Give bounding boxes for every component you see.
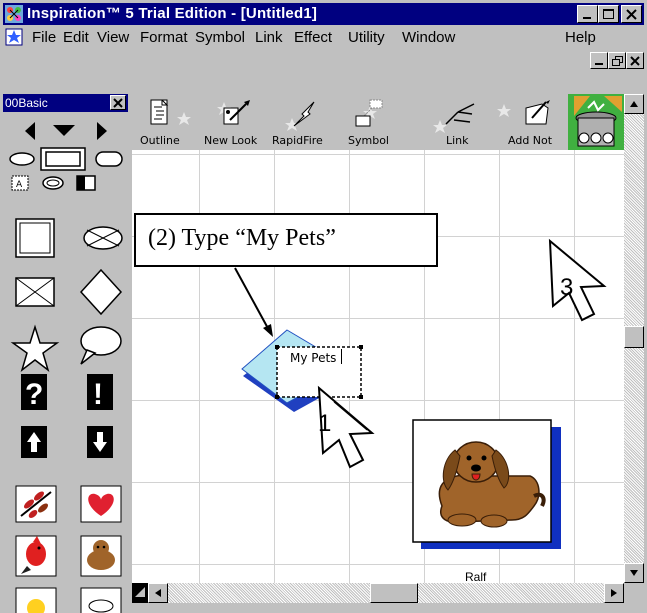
star-shape-icon[interactable] (10, 324, 60, 373)
palette-left-arrow-icon[interactable] (25, 122, 35, 140)
scroll-up-button[interactable] (624, 94, 644, 114)
svg-text:?: ? (25, 378, 43, 411)
trash-can-icon (574, 96, 622, 147)
dog-symbol-label[interactable]: Ralf (465, 570, 486, 584)
outline-label: Outline (140, 134, 180, 147)
text-cursor (341, 349, 342, 364)
doc-minimize-button[interactable] (590, 52, 608, 69)
dog-picture-symbol[interactable] (412, 419, 561, 549)
application-window: Inspiration™ 5 Trial Edition - [Untitled… (0, 0, 647, 613)
link-button[interactable]: Link (438, 98, 478, 150)
trash-button[interactable] (568, 94, 624, 150)
callout-arrow (234, 267, 273, 337)
rectangle-shape-icon[interactable] (40, 147, 86, 171)
cursor-3-pointer-icon (548, 238, 607, 322)
palette-title-bar[interactable]: 00Basic (3, 94, 128, 112)
minimize-button[interactable] (577, 5, 598, 23)
rapidfire-button[interactable]: RapidFire (272, 98, 338, 150)
scroll-right-button[interactable] (604, 583, 624, 603)
document-icon[interactable] (5, 28, 23, 46)
menu-help[interactable]: Help (565, 29, 596, 46)
menu-file[interactable]: File (32, 29, 56, 46)
svg-text:A: A (16, 180, 23, 190)
toolbar: Outline New Look RapidFire Symbol Link A… (132, 94, 624, 150)
down-arrow-symbol-icon[interactable] (87, 426, 113, 458)
diagram-overlay (234, 238, 607, 549)
menu-bar: File Edit View Format Symbol Link Effect… (3, 25, 644, 51)
menu-effect[interactable]: Effect (294, 29, 332, 46)
menu-format[interactable]: Format (140, 29, 188, 46)
new-look-label: New Look (204, 134, 258, 147)
app-logo-icon (5, 5, 23, 23)
vertical-scrollbar[interactable] (624, 94, 644, 583)
leaf-branch-clipart-icon[interactable] (15, 485, 57, 523)
symbol-text-my-pets[interactable]: My Pets (290, 351, 336, 365)
question-mark-icon[interactable]: ? (21, 374, 47, 411)
outline-button[interactable]: Outline (140, 98, 180, 150)
menu-window[interactable]: Window (402, 29, 455, 46)
up-arrow-symbol-icon[interactable] (21, 426, 47, 458)
crossed-oval-shape-icon[interactable] (83, 226, 123, 250)
dog-clipart-icon[interactable] (80, 535, 122, 577)
exclamation-mark-icon[interactable]: ! (87, 374, 113, 411)
palette-close-button[interactable] (110, 95, 126, 110)
palette-shapes: A ? ! (9, 122, 123, 613)
horizontal-scrollbar[interactable] (148, 583, 624, 603)
small-oval-shape-icon[interactable] (42, 176, 64, 190)
heart-clipart-icon[interactable] (80, 485, 122, 523)
add-note-icon (525, 100, 550, 125)
cardinal-bird-clipart-icon[interactable] (15, 535, 57, 577)
outline-icon (150, 99, 169, 125)
rounded-rect-shape-icon[interactable] (95, 151, 123, 167)
close-button[interactable] (621, 5, 642, 23)
diamond-shape-icon[interactable] (79, 268, 123, 316)
link-icon (445, 103, 475, 125)
shadow-rect-shape-icon[interactable] (76, 175, 96, 191)
maximize-button[interactable] (598, 5, 619, 23)
sun-clipart-icon[interactable] (15, 587, 57, 613)
add-note-button[interactable]: Add Not (504, 98, 560, 150)
palette-title: 00Basic (5, 96, 48, 110)
menu-link[interactable]: Link (255, 29, 283, 46)
menu-edit[interactable]: Edit (63, 29, 89, 46)
dotted-rect-shape-icon[interactable]: A (11, 175, 29, 191)
palette-right-arrow-icon[interactable] (97, 122, 107, 140)
speech-bubble-shape-icon[interactable] (80, 326, 122, 365)
doc-close-button[interactable] (626, 52, 644, 69)
add-note-label: Add Not (508, 134, 553, 147)
symbol-label: Symbol (348, 134, 389, 147)
vertical-scroll-thumb[interactable] (624, 326, 644, 348)
scroll-down-button[interactable] (624, 563, 644, 583)
horizontal-scroll-area (132, 583, 644, 613)
new-look-icon (223, 100, 250, 125)
rapidfire-icon (293, 101, 315, 127)
step-3-label: 3 (560, 274, 574, 301)
palette-down-arrow-icon[interactable] (53, 125, 75, 136)
menu-symbol[interactable]: Symbol (195, 29, 245, 46)
rapidfire-label: RapidFire (272, 134, 323, 147)
document-window-controls (590, 52, 644, 70)
horizontal-scroll-thumb[interactable] (370, 583, 418, 603)
selected-diamond-symbol[interactable] (241, 329, 363, 412)
link-label: Link (446, 134, 469, 147)
symbol-icon (355, 99, 383, 127)
oval-shape-icon[interactable] (9, 152, 35, 166)
crossed-rect-shape-icon[interactable] (15, 277, 55, 307)
step-1-label: 1 (318, 410, 332, 437)
doc-restore-button[interactable] (608, 52, 626, 69)
new-look-button[interactable]: New Look (202, 98, 268, 150)
menu-utility[interactable]: Utility (348, 29, 385, 46)
cloud-clipart-icon[interactable] (80, 587, 122, 613)
svg-text:!: ! (93, 378, 103, 411)
menu-view[interactable]: View (97, 29, 129, 46)
page-up-marker[interactable] (132, 583, 148, 603)
window-title: Inspiration™ 5 Trial Edition - [Untitled… (27, 5, 318, 22)
title-bar[interactable]: Inspiration™ 5 Trial Edition - [Untitled… (3, 3, 644, 25)
symbol-button[interactable]: Symbol (344, 98, 394, 150)
scroll-left-button[interactable] (148, 583, 168, 603)
large-square-shape-icon[interactable] (15, 218, 55, 258)
